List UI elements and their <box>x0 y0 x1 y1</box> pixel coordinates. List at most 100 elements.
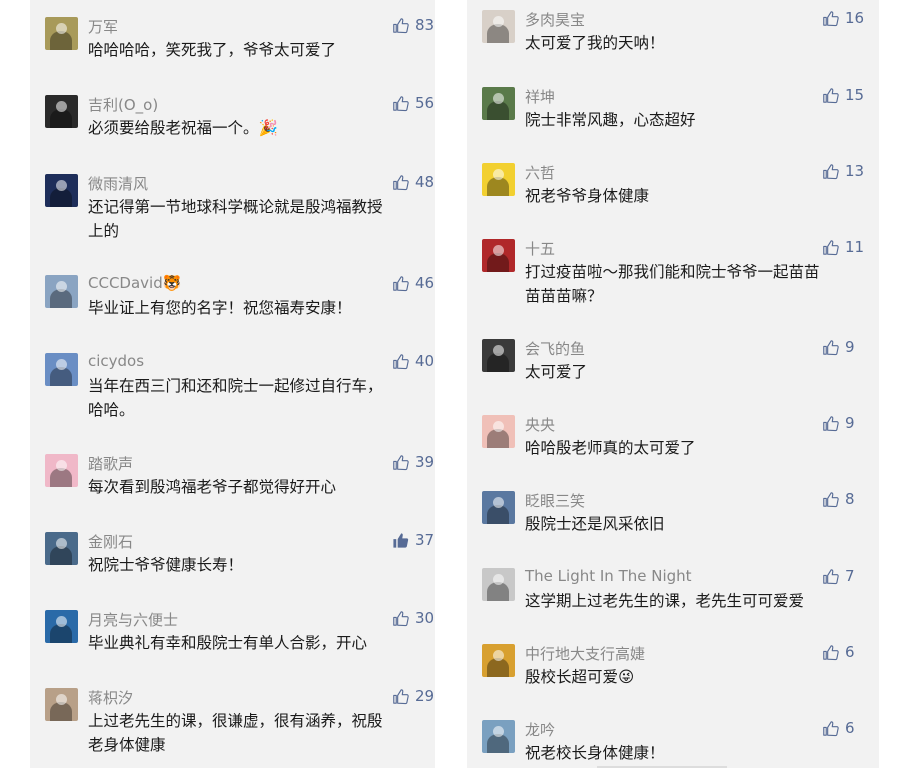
avatar[interactable] <box>45 17 78 50</box>
like-button[interactable]: 8 <box>822 490 855 508</box>
like-count: 46 <box>415 274 435 292</box>
comment-line: 毕业典礼有幸和殷院士有单人合影，开心 <box>88 634 368 652</box>
comment-text: 必须要给殷老祝福一个。🎉 <box>88 116 278 140</box>
comment-text: 祝老校长身体健康！ <box>525 741 665 765</box>
comment-text: 当年在西三门和还和院士一起修过自行车， 哈哈。 <box>88 374 383 422</box>
like-count: 13 <box>845 162 865 180</box>
comment-text: 这学期上过老先生的课，老先生可可爱爱 <box>525 589 804 613</box>
avatar[interactable] <box>45 610 78 643</box>
avatar[interactable] <box>482 720 515 753</box>
comment-line: 上的 <box>88 222 120 240</box>
comment-text: 哈哈哈哈，笑死我了，爷爷太可爱了 <box>88 38 336 62</box>
avatar[interactable] <box>482 568 515 601</box>
like-count: 29 <box>415 687 435 705</box>
like-count: 6 <box>845 643 855 661</box>
avatar[interactable] <box>482 163 515 196</box>
thumb-up-icon <box>393 353 409 369</box>
avatar[interactable] <box>45 174 78 207</box>
like-count: 56 <box>415 94 435 112</box>
like-count: 6 <box>845 719 855 737</box>
comment-line: 打过疫苗啦～那我们能和院士爷爷一起苗苗 <box>525 263 820 281</box>
comment-line: 太可爱了 <box>525 363 588 381</box>
commenter-name: 微雨清风 <box>88 175 149 193</box>
comment-line: 老身体健康 <box>88 736 166 754</box>
like-button[interactable]: 30 <box>392 609 434 627</box>
comment-text: 殷校长超可爱😜 <box>525 665 634 689</box>
like-button[interactable]: 15 <box>822 86 864 104</box>
avatar[interactable] <box>482 339 515 372</box>
like-button[interactable]: 37 <box>392 531 434 549</box>
left-comment-list: 万军哈哈哈哈，笑死我了，爷爷太可爱了 83 吉利(O_o) 必须要给殷老祝福一个。🎉 5… <box>30 0 435 768</box>
commenter-name: CCCDavid🐯 <box>88 274 182 292</box>
like-button[interactable]: 6 <box>822 719 855 737</box>
commenter-name: cicydos <box>88 352 145 370</box>
like-button[interactable]: 9 <box>822 338 855 356</box>
commenter-name: 万军 <box>88 18 119 36</box>
like-button[interactable]: 11 <box>822 238 864 256</box>
commenter-name: 祥坤 <box>525 88 556 106</box>
avatar[interactable] <box>45 275 78 308</box>
comment-line: 院士非常风趣，心态超好 <box>525 111 696 129</box>
commenter-name: The Light In The Night <box>525 567 692 585</box>
like-button[interactable]: 39 <box>392 453 434 471</box>
thumb-up-icon <box>393 454 409 470</box>
like-button[interactable]: 56 <box>392 94 434 112</box>
like-button[interactable]: 9 <box>822 414 855 432</box>
like-button[interactable]: 7 <box>822 567 855 585</box>
like-button[interactable]: 16 <box>822 9 864 27</box>
like-button[interactable]: 13 <box>822 162 864 180</box>
comment-line: 殷院士还是风采依旧 <box>525 515 665 533</box>
thumb-up-icon <box>823 491 839 507</box>
like-button[interactable]: 6 <box>822 643 855 661</box>
comment-line: 这学期上过老先生的课，老先生可可爱爱 <box>525 592 805 610</box>
comment-text: 毕业典礼有幸和殷院士有单人合影，开心 <box>88 631 367 655</box>
comment-text: 还记得第一节地球科学概论就是殷鸿福教授 上的 <box>88 195 383 243</box>
avatar[interactable] <box>482 239 515 272</box>
commenter-name: 蒋枳汐 <box>88 689 134 707</box>
comment-text: 哈哈殷老师真的太可爱了 <box>525 436 696 460</box>
comment-text: 殷院士还是风采依旧 <box>525 512 665 536</box>
like-count: 9 <box>845 338 855 356</box>
comment-line: 每次看到殷鸿福老爷子都觉得好开心 <box>88 478 337 496</box>
comment-line: 祝老校长身体健康！ <box>525 744 665 762</box>
like-count: 37 <box>415 531 435 549</box>
thumb-up-icon <box>393 17 409 33</box>
commenter-name: 吉利(O_o) <box>88 96 159 114</box>
commenter-name: 龙吟 <box>525 721 556 739</box>
commenter-name: 会飞的鱼 <box>525 340 586 358</box>
avatar[interactable] <box>482 415 515 448</box>
avatar[interactable] <box>45 95 78 128</box>
like-button[interactable]: 40 <box>392 352 434 370</box>
avatar[interactable] <box>482 87 515 120</box>
avatar[interactable] <box>45 688 78 721</box>
like-count: 11 <box>845 238 865 256</box>
avatar[interactable] <box>45 353 78 386</box>
like-count: 7 <box>845 567 855 585</box>
comment-text: 毕业证上有您的名字！祝您福寿安康！ <box>88 296 352 320</box>
avatar[interactable] <box>482 491 515 524</box>
avatar[interactable] <box>45 532 78 565</box>
comment-line: 苗苗苗嘛？ <box>525 287 603 305</box>
commenter-name: 踏歌声 <box>88 455 134 473</box>
like-button[interactable]: 29 <box>392 687 434 705</box>
comment-text: 上过老先生的课，很谦虚，很有涵养，祝殷 老身体健康 <box>88 709 383 757</box>
thumb-up-icon <box>823 239 839 255</box>
like-count: 15 <box>845 86 865 104</box>
thumb-up-icon <box>823 163 839 179</box>
thumb-up-icon <box>823 87 839 103</box>
comment-line: 必须要给殷老祝福一个。🎉 <box>88 119 278 137</box>
avatar[interactable] <box>482 644 515 677</box>
like-count: 9 <box>845 414 855 432</box>
like-button[interactable]: 46 <box>392 274 434 292</box>
comment-line: 祝老爷爷身体健康 <box>525 187 650 205</box>
like-button[interactable]: 48 <box>392 173 434 191</box>
comment-text: 院士非常风趣，心态超好 <box>525 108 696 132</box>
avatar[interactable] <box>45 454 78 487</box>
like-count: 48 <box>415 173 435 191</box>
like-count: 83 <box>415 16 435 34</box>
like-count: 30 <box>415 609 435 627</box>
like-button[interactable]: 83 <box>392 16 434 34</box>
thumb-up-icon <box>393 532 409 548</box>
comment-text: 祝老爷爷身体健康 <box>525 184 649 208</box>
avatar[interactable] <box>482 10 515 43</box>
